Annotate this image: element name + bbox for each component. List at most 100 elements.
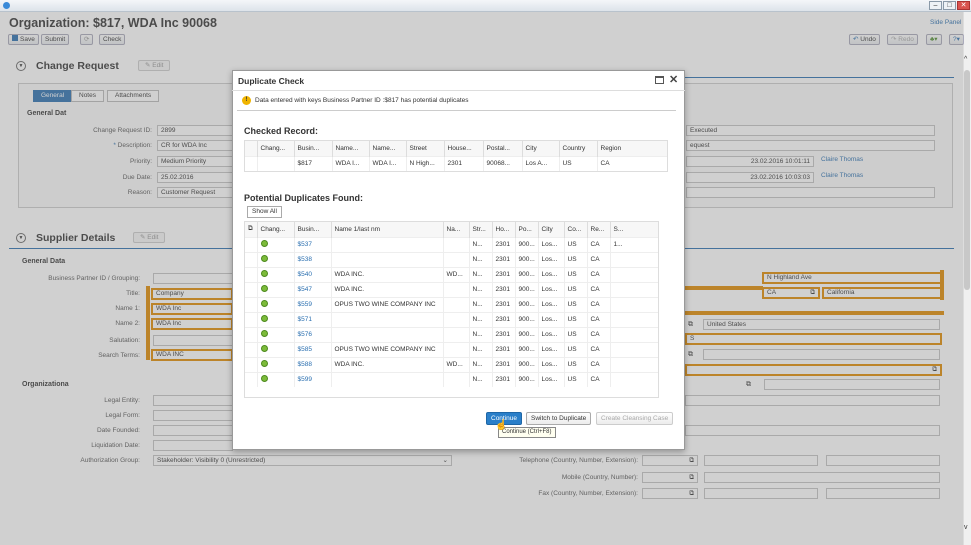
- status-ok-icon: [260, 315, 268, 322]
- row-selector[interactable]: [245, 296, 258, 312]
- business-partner-link[interactable]: $585: [294, 341, 332, 357]
- column-header[interactable]: Str...: [469, 222, 493, 237]
- column-header[interactable]: Postal...: [483, 141, 523, 156]
- status-ok-icon: [260, 240, 268, 247]
- table-cell: US: [564, 251, 588, 267]
- column-header[interactable]: Country: [559, 141, 598, 156]
- table-cell: 2301: [492, 341, 516, 357]
- duplicates-table: ⧉ Chang... Busin... Name 1/last nm Na... Str.…: [244, 221, 659, 398]
- column-header[interactable]: Name...: [369, 141, 407, 156]
- row-selector[interactable]: [245, 155, 258, 171]
- table-row[interactable]: $547 WDA INC. N... 2301 900... Los... US CA: [245, 281, 658, 297]
- column-header[interactable]: Busin...: [294, 141, 333, 156]
- table-cell: $817: [294, 155, 333, 171]
- business-partner-link[interactable]: $588: [294, 356, 332, 372]
- row-selector[interactable]: [245, 236, 258, 252]
- status-ok-icon: [260, 300, 268, 307]
- table-cell: Los...: [538, 311, 565, 327]
- checked-record-row[interactable]: $817 WDA I... WDA I... N High... 2301 90068..…: [245, 155, 667, 171]
- column-header[interactable]: Re...: [587, 222, 611, 237]
- business-partner-link[interactable]: $571: [294, 311, 332, 327]
- change-status-cell: [257, 266, 295, 282]
- change-status-cell: [257, 326, 295, 342]
- table-cell: WDA INC.: [331, 281, 444, 297]
- maximize-icon[interactable]: □: [943, 1, 956, 10]
- column-header[interactable]: Chang...: [257, 141, 295, 156]
- table-row[interactable]: $571 N... 2301 900... Los... US CA: [245, 311, 658, 327]
- table-cell: WD...: [443, 356, 470, 372]
- business-partner-link[interactable]: $547: [294, 281, 332, 297]
- checked-record-title: Checked Record:: [244, 126, 319, 136]
- table-cell: CA: [587, 341, 611, 357]
- table-cell: 900...: [515, 371, 539, 387]
- table-cell: [257, 155, 295, 171]
- table-cell: Los...: [538, 326, 565, 342]
- table-cell: [610, 266, 658, 282]
- business-partner-link[interactable]: $576: [294, 326, 332, 342]
- table-row[interactable]: $576 N... 2301 900... Los... US CA: [245, 326, 658, 342]
- row-selector[interactable]: [245, 311, 258, 327]
- row-selector[interactable]: [245, 341, 258, 357]
- column-header[interactable]: Co...: [564, 222, 588, 237]
- business-partner-link[interactable]: $540: [294, 266, 332, 282]
- show-all-button[interactable]: Show All: [247, 206, 282, 218]
- table-cell: US: [564, 326, 588, 342]
- column-header[interactable]: House...: [444, 141, 484, 156]
- close-dialog-icon[interactable]: ✕: [669, 73, 678, 86]
- column-header[interactable]: City: [522, 141, 560, 156]
- table-cell: [331, 236, 444, 252]
- table-cell: [610, 371, 658, 387]
- column-header[interactable]: Busin...: [294, 222, 332, 237]
- table-cell: 2301: [492, 356, 516, 372]
- scroll-up-icon[interactable]: ^: [964, 56, 967, 63]
- table-row[interactable]: $599 N... 2301 900... Los... US CA: [245, 371, 658, 387]
- column-header[interactable]: Region: [597, 141, 667, 156]
- row-selector[interactable]: [245, 326, 258, 342]
- row-selector[interactable]: [245, 356, 258, 372]
- column-header[interactable]: Na...: [443, 222, 470, 237]
- row-selector[interactable]: [245, 251, 258, 267]
- close-window-icon[interactable]: ✕: [957, 1, 970, 10]
- business-partner-link[interactable]: $538: [294, 251, 332, 267]
- table-cell: [443, 236, 470, 252]
- table-cell: N...: [469, 296, 493, 312]
- table-row[interactable]: $537 N... 2301 900... Los... US CA 1...: [245, 236, 658, 252]
- change-status-cell: [257, 356, 295, 372]
- scroll-down-icon[interactable]: v: [964, 524, 968, 531]
- table-row[interactable]: $538 N... 2301 900... Los... US CA: [245, 251, 658, 267]
- minimize-icon[interactable]: ‒: [929, 1, 942, 10]
- table-cell: 90068...: [483, 155, 523, 171]
- table-cell: [331, 326, 444, 342]
- row-selector[interactable]: [245, 371, 258, 387]
- table-row[interactable]: $588 WDA INC. WD... N... 2301 900... Los... US C…: [245, 356, 658, 372]
- table-cell: N...: [469, 281, 493, 297]
- business-partner-link[interactable]: $559: [294, 296, 332, 312]
- column-header[interactable]: Ho...: [492, 222, 516, 237]
- table-cell: 900...: [515, 326, 539, 342]
- table-cell: 2301: [444, 155, 484, 171]
- column-header[interactable]: Chang...: [257, 222, 295, 237]
- table-cell: Los...: [538, 251, 565, 267]
- table-cell: 900...: [515, 296, 539, 312]
- table-cell: CA: [587, 371, 611, 387]
- status-ok-icon: [260, 270, 268, 277]
- scrollbar-thumb[interactable]: [964, 70, 970, 290]
- column-header[interactable]: Name 1/last nm: [331, 222, 444, 237]
- table-row[interactable]: $559 OPUS TWO WINE COMPANY INC N... 2301 900…: [245, 296, 658, 312]
- business-partner-link[interactable]: $537: [294, 236, 332, 252]
- row-selector[interactable]: [245, 281, 258, 297]
- select-all-icon[interactable]: ⧉: [245, 222, 258, 237]
- table-row[interactable]: $540 WDA INC. WD... N... 2301 900... Los... US C…: [245, 266, 658, 282]
- table-row[interactable]: $585 OPUS TWO WINE COMPANY INC N... 2301 900…: [245, 341, 658, 357]
- switch-to-duplicate-button[interactable]: Switch to Duplicate: [526, 412, 592, 425]
- maximize-dialog-icon[interactable]: [655, 76, 664, 84]
- column-header[interactable]: Street: [406, 141, 445, 156]
- row-selector[interactable]: [245, 266, 258, 282]
- column-header[interactable]: S...: [610, 222, 658, 237]
- column-header[interactable]: Po...: [515, 222, 539, 237]
- change-status-cell: [257, 296, 295, 312]
- column-header[interactable]: Name...: [332, 141, 370, 156]
- business-partner-link[interactable]: $599: [294, 371, 332, 387]
- column-header[interactable]: City: [538, 222, 565, 237]
- table-cell: 2301: [492, 371, 516, 387]
